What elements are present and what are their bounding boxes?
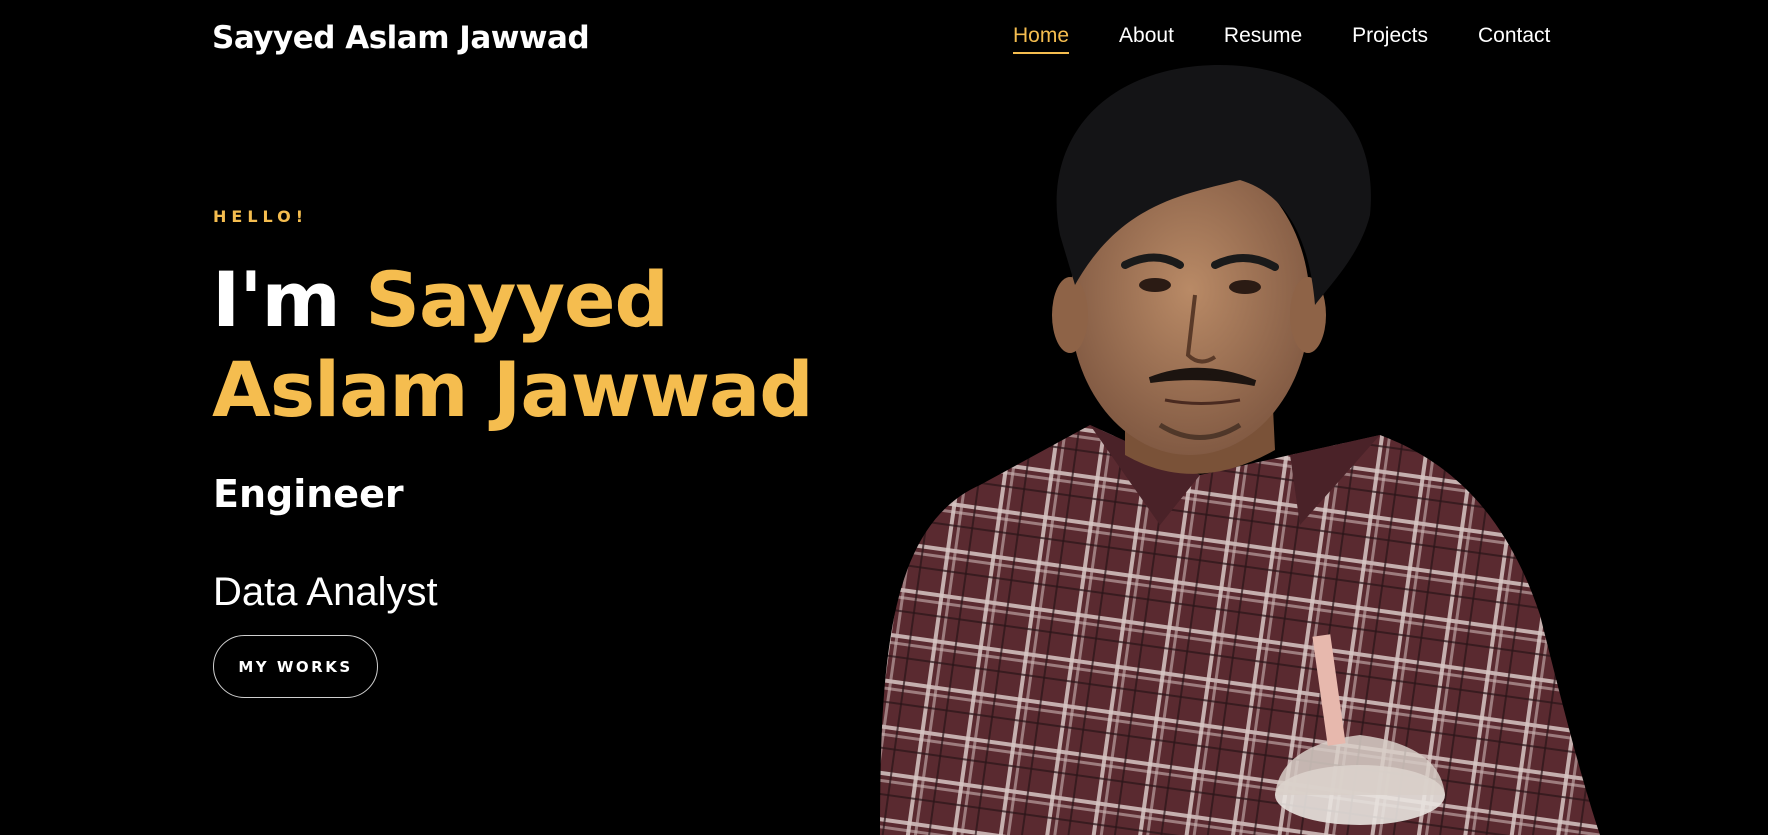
hero-greeting: HELLO! xyxy=(213,207,309,226)
hero-role-secondary: Data Analyst xyxy=(213,570,438,614)
brand-logo[interactable]: Sayyed Aslam Jawwad xyxy=(212,20,590,56)
nav-item-home[interactable]: Home xyxy=(1013,24,1070,54)
page: Sayyed Aslam Jawwad Home About Resume Pr… xyxy=(0,0,1768,835)
nav-item-about[interactable]: About xyxy=(1119,24,1174,54)
main-nav: Home About Resume Projects Contact xyxy=(1013,24,1600,54)
hero-intro: I'm xyxy=(212,255,341,344)
nav-item-contact[interactable]: Contact xyxy=(1478,24,1550,54)
nav-item-projects[interactable]: Projects xyxy=(1352,24,1428,54)
hero-headline: I'm Sayyed Aslam Jawwad xyxy=(212,255,912,435)
hero-name-rest: Aslam Jawwad xyxy=(212,345,814,434)
hero-role-primary: Engineer xyxy=(213,472,404,516)
hero-name-first: Sayyed xyxy=(365,255,669,344)
nav-item-resume[interactable]: Resume xyxy=(1224,24,1302,54)
portrait-photo-icon xyxy=(880,65,1600,835)
my-works-button[interactable]: MY WORKS xyxy=(213,635,378,698)
